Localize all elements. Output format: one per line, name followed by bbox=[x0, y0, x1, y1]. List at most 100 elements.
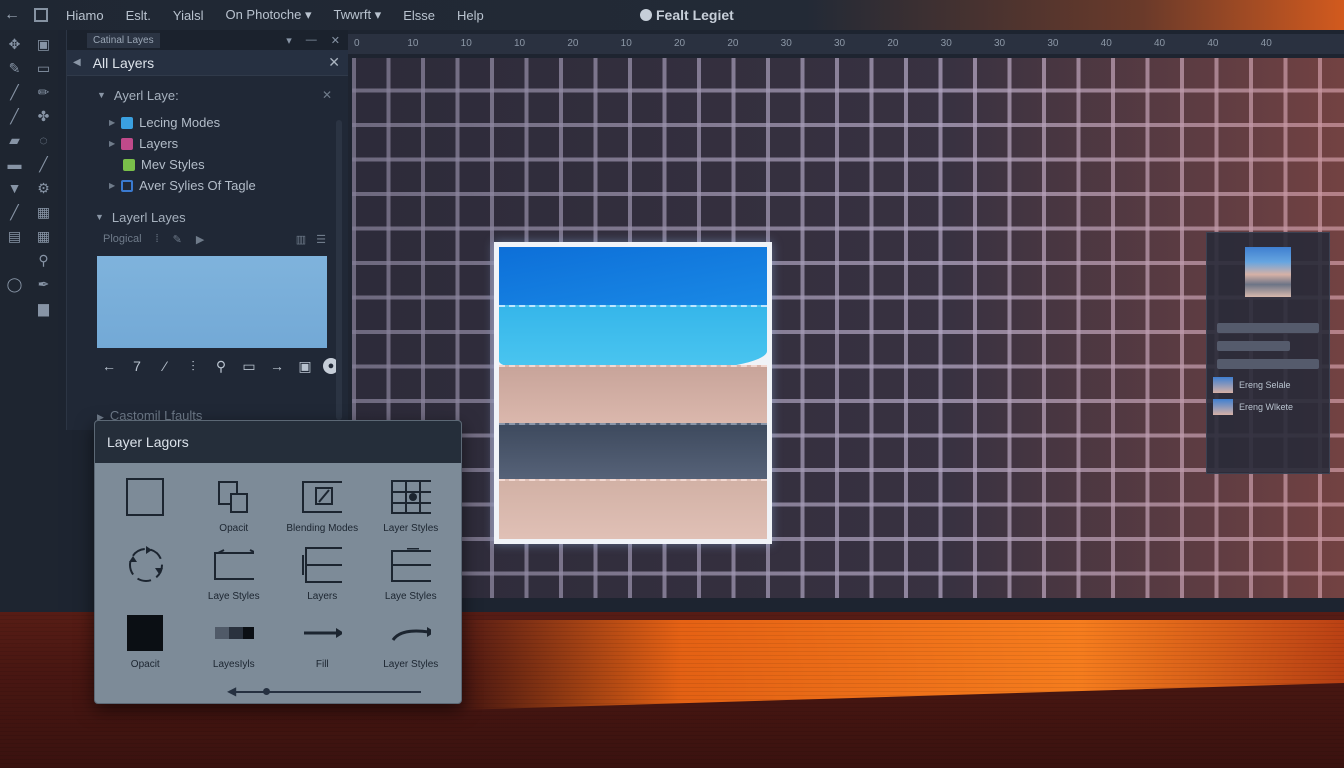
search-icon[interactable]: ⚲ bbox=[211, 358, 231, 375]
menu-item-1[interactable]: Hiamo bbox=[66, 8, 104, 23]
ruler-tick-label: 30 bbox=[1047, 38, 1059, 49]
option-cell[interactable]: Laye Styles bbox=[190, 545, 279, 613]
panel-scrollbar[interactable] bbox=[336, 120, 342, 420]
workspace-grid-icon[interactable] bbox=[34, 8, 48, 22]
menu-icon[interactable]: ☰ bbox=[316, 233, 326, 246]
panel-window-controls: ▾ — ✕ bbox=[286, 34, 348, 47]
lasso-tool-icon[interactable]: ◯ bbox=[0, 272, 29, 296]
dock-layer-item[interactable]: Ereng Wlkete bbox=[1213, 399, 1323, 415]
brush-icon[interactable]: ✎ bbox=[173, 233, 182, 246]
eyedropper-tool-icon[interactable]: ╱ bbox=[0, 200, 29, 224]
feather-tool-icon[interactable]: ✒ bbox=[29, 272, 58, 296]
slider-knob[interactable] bbox=[263, 688, 270, 695]
option-cell[interactable]: Layers bbox=[278, 545, 367, 613]
line-tool-icon[interactable]: ╱ bbox=[0, 104, 29, 128]
opacity-slider[interactable]: ◀ bbox=[227, 684, 421, 698]
option-label: Layer Styles bbox=[383, 659, 439, 670]
rotate-cycle-icon bbox=[125, 545, 165, 585]
folder-icon bbox=[213, 545, 254, 585]
arrow-right-icon[interactable]: → bbox=[267, 358, 287, 375]
zoom-tool-icon[interactable]: ⚲ bbox=[29, 248, 58, 272]
stamp-tool-icon[interactable]: ✤ bbox=[29, 104, 58, 128]
minimize-icon[interactable]: — bbox=[306, 34, 317, 47]
panel-arrow-icon[interactable]: ◀ bbox=[73, 57, 81, 68]
menu-item-6[interactable]: Elsse bbox=[403, 8, 435, 23]
knife-tool-icon[interactable]: ╱ bbox=[29, 152, 58, 176]
folder-tool-icon[interactable]: ▆ bbox=[29, 296, 58, 320]
smudge-tool-icon[interactable]: ▰ bbox=[0, 128, 29, 152]
dock-layer-thumb bbox=[1213, 399, 1233, 415]
play-icon[interactable]: ▶ bbox=[196, 233, 204, 246]
filter-tool-icon[interactable]: ▼ bbox=[0, 176, 29, 200]
layer-mini-toolbar: Plogical ⁞ ✎ ▶ ▥ ☰ bbox=[67, 228, 348, 250]
layers-tool-icon[interactable]: ▤ bbox=[0, 224, 29, 248]
eraser-tool-icon[interactable]: ▭ bbox=[29, 56, 58, 80]
option-cell[interactable] bbox=[101, 477, 190, 545]
menu-item-5[interactable]: Twwrft ▾ bbox=[334, 7, 382, 23]
tree-item[interactable]: ▶ Lecing Modes bbox=[67, 112, 348, 133]
save-icon[interactable]: ▣ bbox=[295, 358, 315, 375]
option-cell[interactable]: Layer Styles bbox=[367, 613, 456, 681]
option-cell[interactable]: Opacit bbox=[101, 613, 190, 681]
option-cell[interactable] bbox=[101, 545, 190, 613]
shape-tool-icon[interactable]: ▦ bbox=[29, 200, 58, 224]
collapse-icon[interactable]: ▾ bbox=[286, 34, 292, 47]
rect-tool-icon[interactable]: ▬ bbox=[0, 152, 29, 176]
dock-slider[interactable] bbox=[1217, 323, 1319, 333]
stack-icon[interactable]: ▥ bbox=[296, 233, 306, 246]
close-icon[interactable]: ✕ bbox=[331, 34, 340, 47]
layer-preview[interactable] bbox=[97, 256, 327, 348]
wand-icon[interactable]: ⁄ bbox=[155, 358, 175, 375]
ruler-tick-label: 20 bbox=[727, 38, 739, 49]
mini-toolbar-label: Plogical bbox=[103, 233, 142, 245]
mask-icon[interactable]: ▭ bbox=[239, 358, 259, 375]
move-tool-icon[interactable]: ✥ bbox=[0, 32, 29, 56]
table-tool-icon[interactable]: ▦ bbox=[29, 224, 58, 248]
tree-item[interactable]: Mev Styles bbox=[67, 154, 348, 175]
adjust-icon[interactable]: ⫶ bbox=[183, 358, 203, 375]
pencil-tool-icon[interactable]: ✏ bbox=[29, 80, 58, 104]
layer-band-sand[interactable] bbox=[499, 365, 767, 425]
section-header-2[interactable]: ▼ Layerl Layes bbox=[67, 206, 348, 228]
ruler-tick-label: 40 bbox=[1260, 38, 1272, 49]
panel-tab[interactable]: Catinal Layes bbox=[87, 32, 160, 48]
option-cell[interactable]: LayesIyls bbox=[190, 613, 279, 681]
option-cell[interactable]: Layer Styles bbox=[367, 477, 456, 545]
tree-item[interactable]: ▶ Aver Sylies Of Tagle bbox=[67, 175, 348, 196]
section-header[interactable]: ▼ Ayerl Laye: ✕ bbox=[67, 84, 348, 106]
back-icon[interactable]: ← bbox=[99, 358, 119, 375]
stacked-box-icon bbox=[302, 545, 343, 585]
marquee-tool-icon[interactable]: ▣ bbox=[29, 32, 58, 56]
layer-band-slate[interactable] bbox=[499, 423, 767, 481]
layer-options-title: Layer Lagors bbox=[107, 434, 189, 450]
layer-band-sand-2[interactable] bbox=[499, 479, 767, 539]
gear-tool-icon[interactable]: ⚙ bbox=[29, 176, 58, 200]
option-cell[interactable]: Opacit bbox=[190, 477, 279, 545]
ruler-tick-label: 20 bbox=[674, 38, 686, 49]
seven-icon[interactable]: 7 bbox=[127, 358, 147, 375]
dodge-tool-icon[interactable]: ◌ bbox=[29, 128, 58, 152]
dock-layer-item[interactable]: Ereng Selale bbox=[1213, 377, 1323, 393]
panel-close-icon[interactable]: ✕ bbox=[328, 54, 340, 71]
link-icon[interactable]: ⁞ bbox=[156, 233, 159, 245]
menu-item-4[interactable]: On Photoche ▾ bbox=[225, 7, 311, 23]
layered-artwork[interactable] bbox=[494, 242, 772, 544]
option-cell[interactable]: Laye Styles bbox=[367, 545, 456, 613]
pen-tool-icon[interactable]: ✎ bbox=[0, 56, 29, 80]
layer-band-cyan[interactable] bbox=[499, 305, 767, 371]
navigator-thumbnail[interactable] bbox=[1245, 247, 1291, 297]
menu-item-3[interactable]: Yialsl bbox=[173, 8, 204, 23]
layer-band-blue[interactable] bbox=[499, 247, 767, 309]
menu-item-2[interactable]: Eslt. bbox=[126, 8, 151, 23]
back-arrow-icon[interactable]: ← bbox=[0, 6, 24, 24]
option-cell[interactable]: Fill bbox=[278, 613, 367, 681]
blank-tool bbox=[0, 248, 29, 272]
option-cell[interactable]: Blending Modes bbox=[278, 477, 367, 545]
tree-item[interactable]: ▶ Layers bbox=[67, 133, 348, 154]
tree-item-label: Lecing Modes bbox=[139, 115, 221, 130]
layer-swatch-icon bbox=[121, 137, 134, 150]
menu-item-help[interactable]: Help bbox=[457, 8, 484, 23]
section-close-icon[interactable]: ✕ bbox=[322, 88, 332, 102]
brush-tool-icon[interactable]: ╱ bbox=[0, 80, 29, 104]
section-expand-icon: ▼ bbox=[95, 212, 104, 222]
